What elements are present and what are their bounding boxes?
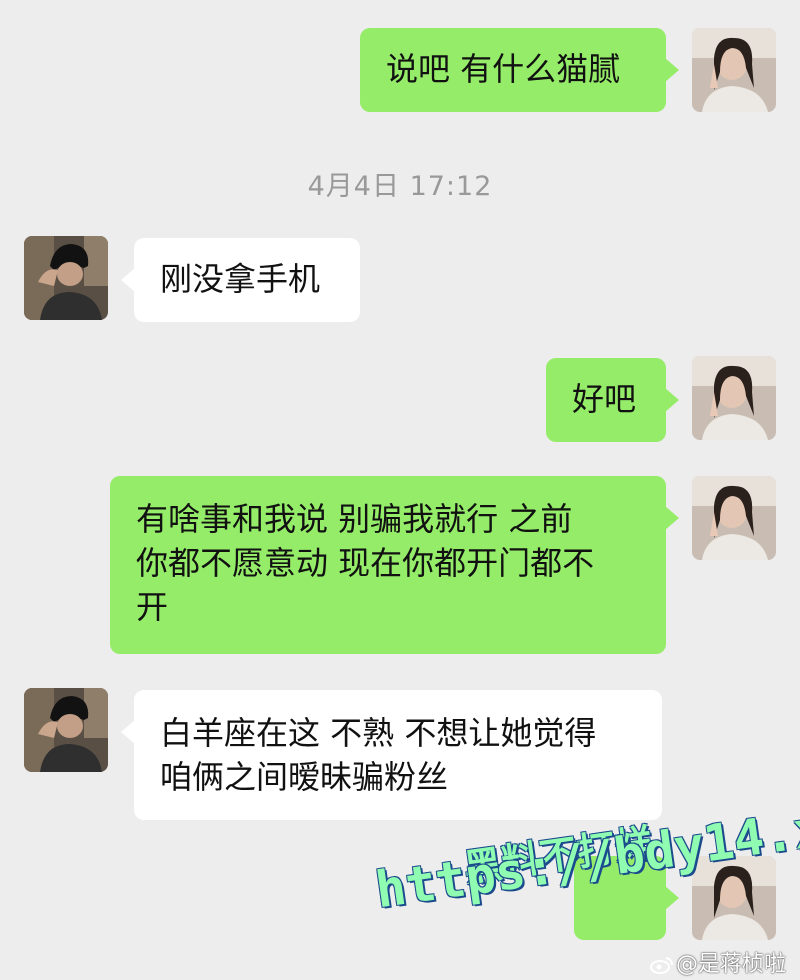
credit-label: @是蒋桢啦	[649, 946, 786, 978]
avatar-photo-icon	[692, 28, 776, 112]
message-line: 白羊座在这 不熟 不想让她觉得	[160, 714, 597, 752]
message-line: 你都不愿意动 现在你都开门都不	[136, 544, 595, 582]
weibo-icon	[649, 957, 673, 974]
message-line: 咱俩之间暧昧骗粉丝	[160, 758, 449, 796]
message-line: 有啥事和我说 别骗我就行 之前	[136, 500, 573, 538]
avatar-photo-icon	[24, 688, 108, 772]
message-line: 开	[136, 588, 169, 626]
message-text: 好吧	[572, 380, 637, 418]
message-bubble[interactable]: 白羊座在这 不熟 不想让她觉得 咱俩之间暧昧骗粉丝	[121, 690, 662, 820]
message-bubble[interactable]: 说吧 有什么猫腻	[360, 28, 679, 112]
message-bubble[interactable]: 刚没拿手机	[121, 238, 360, 322]
contact-avatar[interactable]	[24, 236, 108, 320]
message-text: 刚没拿手机	[160, 260, 321, 298]
avatar-photo-icon	[24, 236, 108, 320]
message-bubble[interactable]: 好吧	[546, 358, 679, 442]
timestamp: 4月4日 17:12	[307, 171, 493, 202]
my-avatar[interactable]	[692, 476, 776, 560]
my-avatar[interactable]	[692, 28, 776, 112]
avatar-photo-icon	[692, 476, 776, 560]
message-bubble[interactable]: 有啥事和我说 别骗我就行 之前 你都不愿意动 现在你都开门都不 开	[110, 476, 679, 654]
message-text: 说吧 有什么猫腻	[386, 50, 621, 88]
avatar-photo-icon	[692, 356, 776, 440]
contact-avatar[interactable]	[24, 688, 108, 772]
my-avatar[interactable]	[692, 356, 776, 440]
credit-text: @是蒋桢啦	[675, 952, 786, 977]
